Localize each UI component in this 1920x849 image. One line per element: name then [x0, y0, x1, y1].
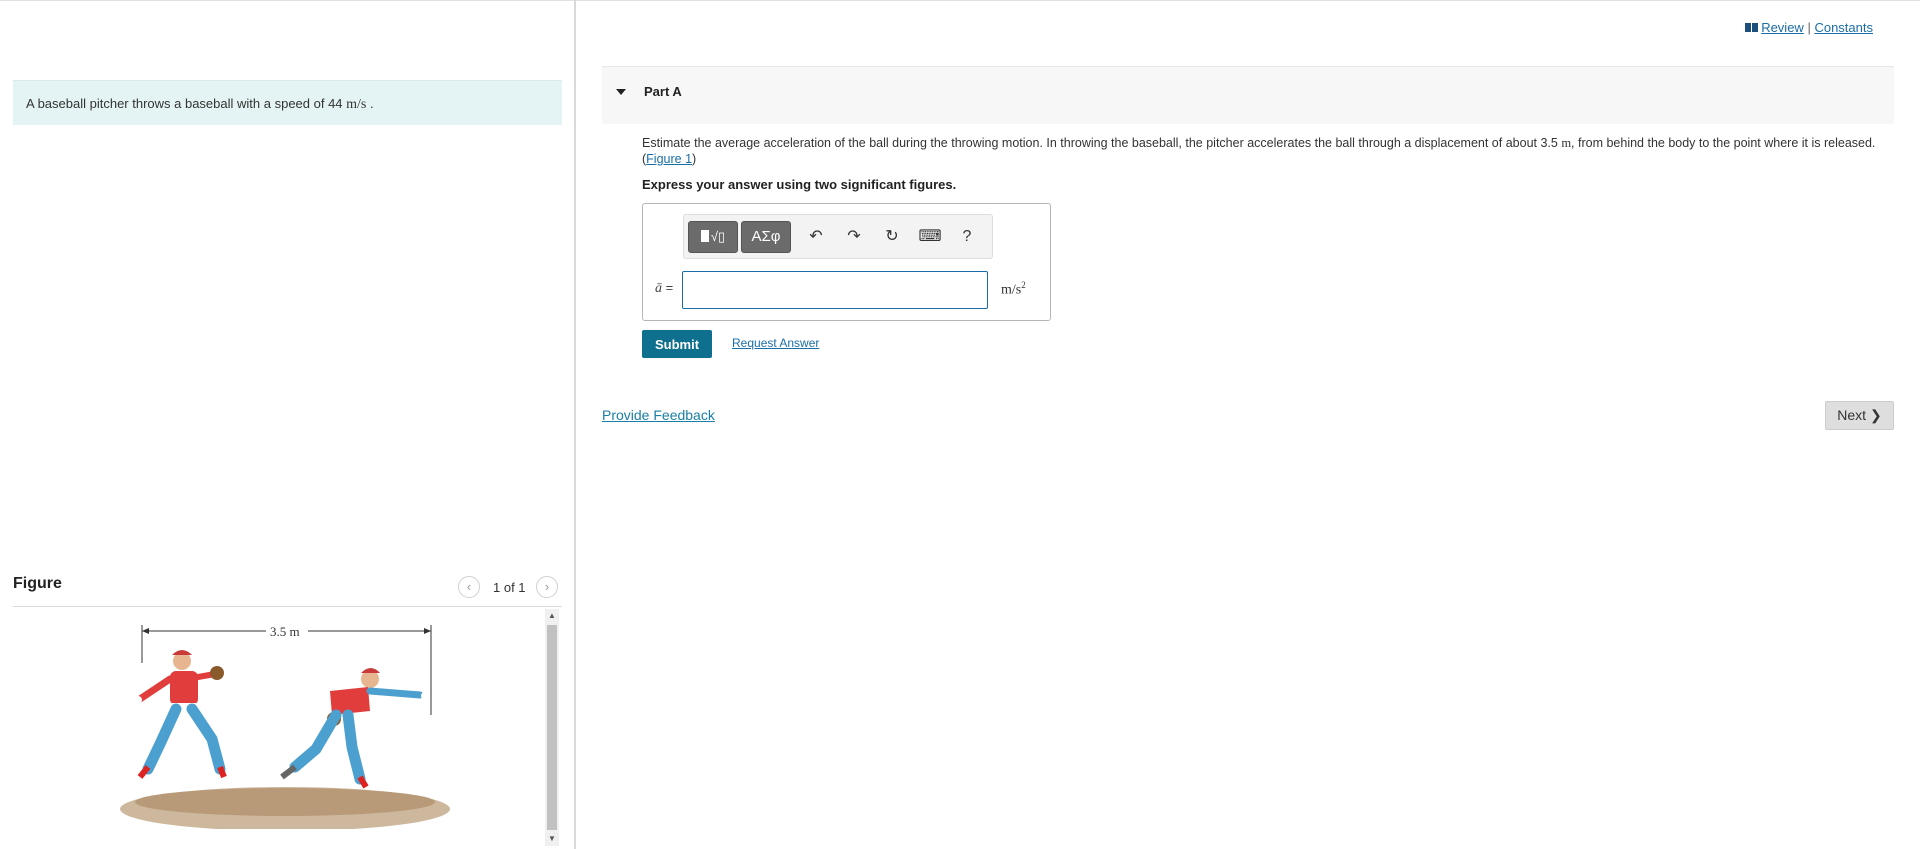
figure-scrollbar[interactable]: ▲ ▼ [545, 609, 559, 846]
templates-button[interactable]: √▯ [688, 221, 738, 253]
next-button[interactable]: Next ❯ [1825, 401, 1894, 430]
chevron-right-icon: › [544, 579, 550, 594]
redo-icon[interactable]: ↷ [839, 221, 869, 253]
scroll-down-icon[interactable]: ▼ [545, 832, 559, 846]
intro-text: A baseball pitcher throws a baseball wit… [26, 96, 347, 111]
review-link[interactable]: Review [1761, 20, 1804, 35]
caret-down-icon[interactable] [616, 89, 626, 95]
part-a-header[interactable]: Part A [602, 66, 1894, 124]
request-answer-link[interactable]: Request Answer [732, 336, 819, 350]
undo-icon[interactable]: ↶ [801, 221, 831, 253]
question-paren-close: ) [692, 152, 697, 166]
reset-icon[interactable]: ↻ [877, 221, 907, 253]
scrollbar-thumb[interactable] [547, 625, 557, 830]
greek-symbols-icon: ΑΣφ [751, 228, 781, 245]
answer-unit-base: m/s [1001, 282, 1022, 298]
answer-input[interactable] [682, 271, 988, 309]
figure-prev-button[interactable]: ‹ [458, 576, 480, 598]
answer-unit: m/s2 [1001, 280, 1026, 299]
question-text: Estimate the average acceleration of the… [642, 135, 1877, 167]
question-unit: m [1561, 136, 1572, 150]
figure-title: Figure [13, 575, 62, 592]
intro-text-end: . [366, 96, 374, 111]
answer-symbol: ā [655, 281, 662, 296]
intro-unit: m/s [346, 97, 367, 112]
top-links: Review | Constants [1745, 20, 1873, 35]
problem-intro: A baseball pitcher throws a baseball wit… [13, 80, 562, 125]
scroll-up-icon[interactable]: ▲ [545, 609, 559, 623]
keyboard-icon[interactable]: ⌨ [915, 221, 945, 253]
templates-icon: √▯ [710, 229, 726, 244]
answer-variable-label: ā = [655, 280, 673, 297]
figure-header: Figure ‹ 1 of 1 › [13, 571, 562, 607]
answer-unit-exponent: 2 [1021, 280, 1026, 290]
dimension-label: 3.5 m [270, 624, 300, 639]
panel-divider[interactable] [574, 0, 576, 849]
next-label: Next [1837, 407, 1867, 423]
part-title: Part A [644, 84, 682, 99]
pitcher-release-illustration [280, 668, 429, 789]
chevron-left-icon: ‹ [466, 579, 472, 594]
constants-link[interactable]: Constants [1814, 20, 1873, 35]
figure-next-button[interactable]: › [536, 576, 558, 598]
top-rule [576, 0, 1920, 1]
chevron-right-icon: ❯ [1869, 407, 1882, 423]
problem-panel: A baseball pitcher throws a baseball wit… [0, 0, 575, 849]
answer-instruction: Express your answer using two significan… [642, 177, 957, 192]
submit-button[interactable]: Submit [642, 330, 712, 358]
book-icon [1745, 23, 1759, 32]
answer-equals: = [662, 280, 674, 295]
question-body: Estimate the average acceleration of the… [642, 136, 1562, 150]
math-toolbar: √▯ ΑΣφ ↶ ↷ ↻ ⌨ ? [683, 214, 993, 259]
symbols-button[interactable]: ΑΣφ [741, 221, 791, 253]
answer-box: √▯ ΑΣφ ↶ ↷ ↻ ⌨ ? ā = m/s2 [642, 203, 1051, 321]
link-separator: | [1807, 20, 1811, 35]
help-icon[interactable]: ? [952, 221, 982, 253]
figure-link[interactable]: Figure 1 [646, 152, 692, 166]
figure-image: 3.5 m [120, 623, 450, 829]
provide-feedback-link[interactable]: Provide Feedback [602, 407, 715, 423]
figure-counter: 1 of 1 [493, 580, 526, 595]
pitcher-start-illustration [134, 650, 227, 779]
